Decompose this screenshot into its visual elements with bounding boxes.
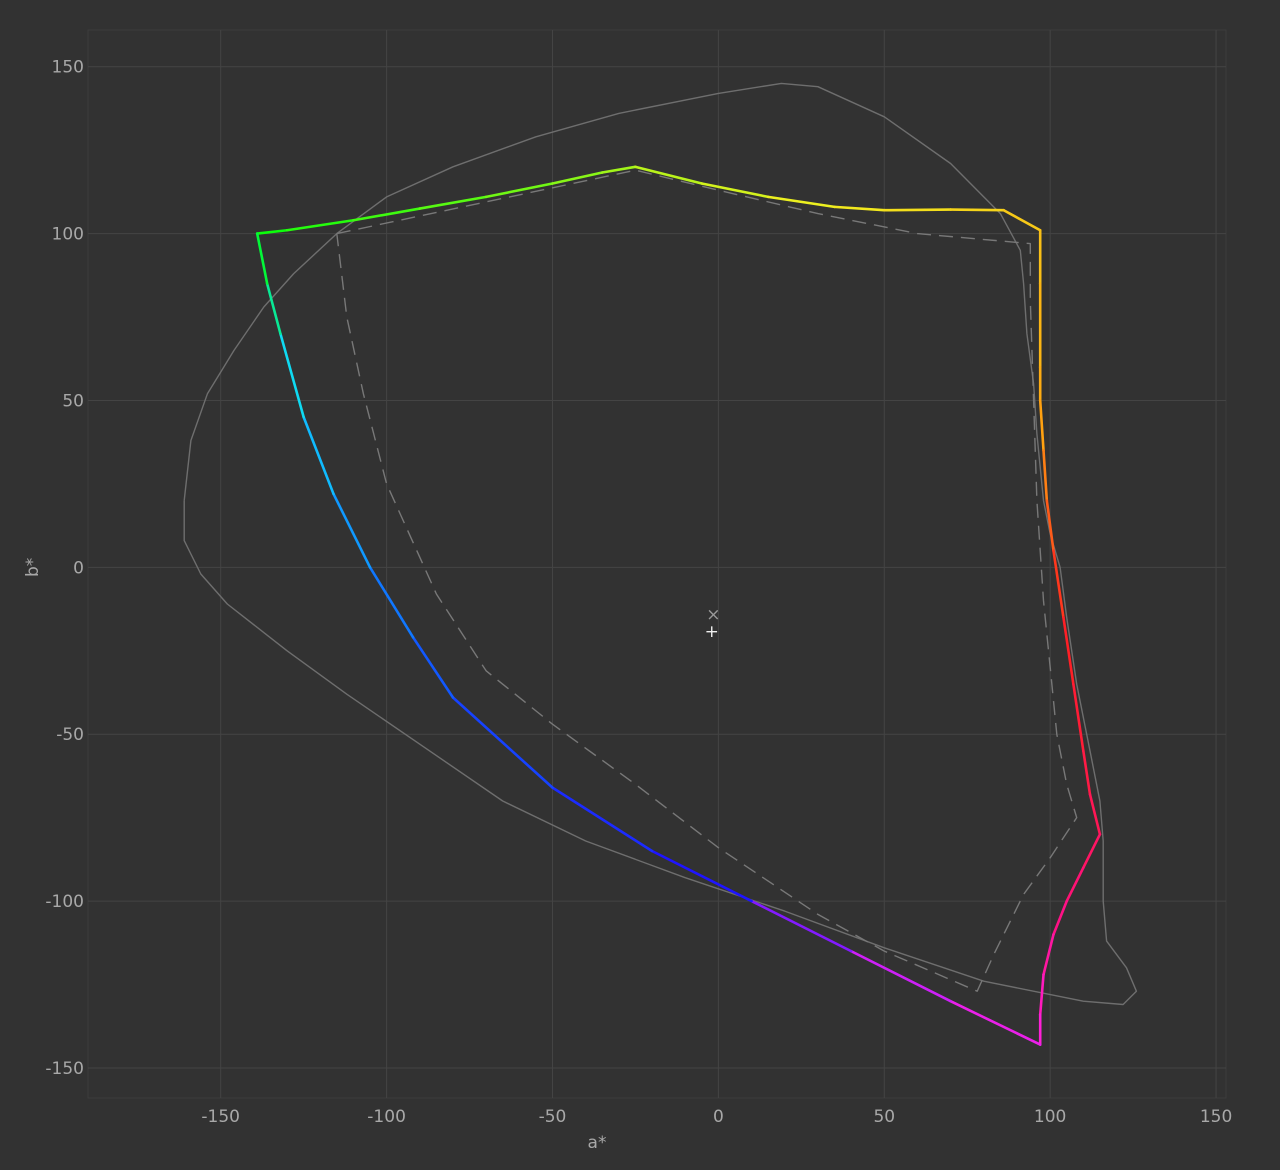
y-axis-label: b* <box>23 558 43 577</box>
x-tick-label: 50 <box>873 1107 895 1127</box>
x-tick-label: -150 <box>201 1107 240 1127</box>
x-tick-label: 100 <box>1034 1107 1066 1127</box>
y-tick-label: -100 <box>45 892 84 912</box>
x-tick-label: -100 <box>367 1107 406 1127</box>
x-tick-label: 0 <box>713 1107 724 1127</box>
gamut-boundary-segment <box>882 208 952 212</box>
chart-background <box>0 0 1280 1170</box>
x-tick-label: 150 <box>1200 1107 1232 1127</box>
y-tick-label: 150 <box>52 58 84 78</box>
x-axis-label: a* <box>588 1133 607 1153</box>
y-tick-label: -150 <box>45 1059 84 1079</box>
y-tick-label: -50 <box>56 725 84 745</box>
chart: ×+ -150 -100 -50 0 50 100 150 -150 -100 -50 0 50 10… <box>0 0 1280 1170</box>
x-tick-label: -50 <box>539 1107 567 1127</box>
marker-group: ×+ <box>705 605 721 642</box>
y-tick-label: 100 <box>52 225 84 245</box>
y-tick-label: 0 <box>73 558 84 578</box>
white-point-plus-marker: + <box>705 622 719 642</box>
y-tick-label: 50 <box>62 391 84 411</box>
gamut-boundary-segment <box>949 208 1006 212</box>
